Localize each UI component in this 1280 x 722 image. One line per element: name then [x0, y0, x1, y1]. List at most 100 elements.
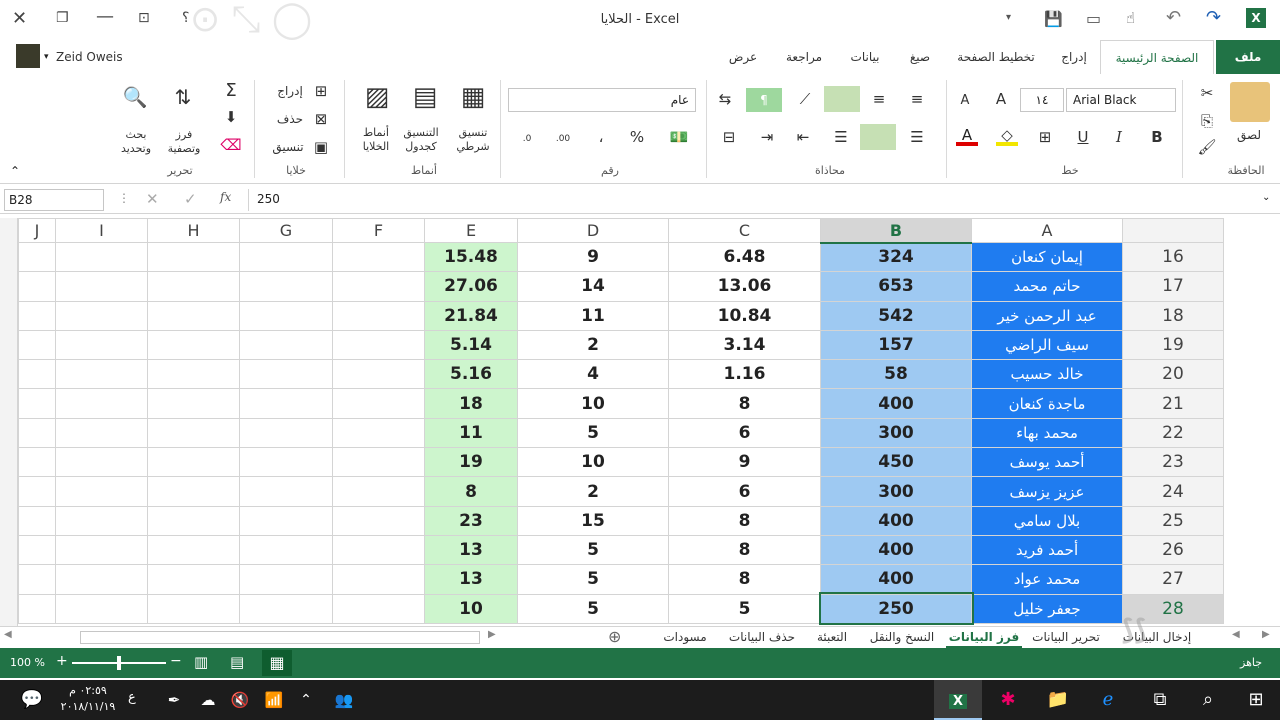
underline-button[interactable]: U [1072, 126, 1094, 148]
cell-h[interactable] [147, 476, 240, 507]
cell-c[interactable]: 1.16 [668, 359, 821, 390]
cell-c[interactable]: 6.48 [668, 241, 821, 273]
edge-icon[interactable]: ℯ [1084, 680, 1132, 720]
orientation-icon[interactable]: ⟋ [794, 88, 816, 110]
taskbar-excel-icon[interactable]: X [934, 680, 982, 720]
cell-j[interactable] [18, 271, 56, 302]
cell-h[interactable] [147, 534, 240, 566]
comma-button[interactable]: ، [590, 126, 612, 148]
sheet-tab-sort-data[interactable]: فرز البيانات [946, 627, 1022, 649]
cell-c[interactable]: 5 [668, 593, 821, 624]
column-header-e[interactable]: E [424, 218, 518, 243]
cell-h[interactable] [147, 271, 240, 302]
scroll-right-icon[interactable]: ▶ [488, 629, 496, 640]
cell-a[interactable]: أحمد فريد [971, 534, 1123, 566]
cell-e[interactable]: 15.48 [424, 241, 518, 273]
cell-b[interactable]: 400 [820, 388, 972, 419]
cell-g[interactable] [239, 359, 333, 390]
qat-customize-icon[interactable]: ▾ [1006, 12, 1011, 23]
cell-styles-button[interactable]: أنماط الخلايا [354, 126, 398, 154]
row-header[interactable]: 27 [1122, 564, 1224, 595]
cell-f[interactable] [332, 388, 425, 419]
insert-cells-icon[interactable]: ⊞ [310, 80, 332, 102]
cell-i[interactable] [55, 359, 148, 390]
user-name[interactable]: Zeid Oweis [56, 50, 123, 64]
cell-i[interactable] [55, 505, 148, 536]
cell-i[interactable] [55, 300, 148, 331]
number-format-select[interactable]: عام [508, 88, 696, 112]
cell-b[interactable]: 450 [820, 447, 972, 478]
help-icon[interactable]: ؟ [182, 10, 189, 26]
row-header[interactable]: 23 [1122, 447, 1224, 478]
cell-i[interactable] [55, 447, 148, 478]
cell-a[interactable]: خالد حسيب [971, 359, 1123, 390]
cell-h[interactable] [147, 329, 240, 361]
touch-mode-icon[interactable]: ☝ [1126, 9, 1135, 27]
cell-a[interactable]: محمد بهاء [971, 417, 1123, 449]
cell-c[interactable]: 8 [668, 388, 821, 419]
cell-h[interactable] [147, 300, 240, 331]
cell-g[interactable] [239, 447, 333, 478]
tab-formulas[interactable]: صيغ [900, 40, 940, 74]
cell-c[interactable]: 8 [668, 564, 821, 595]
row-header[interactable]: 16 [1122, 241, 1224, 273]
cell-c[interactable]: 13.06 [668, 271, 821, 302]
column-header-j[interactable]: J [18, 218, 56, 243]
row-header[interactable]: 25 [1122, 505, 1224, 536]
row-header[interactable]: 18 [1122, 300, 1224, 331]
decrease-font-icon[interactable]: A [954, 90, 976, 112]
avatar[interactable] [16, 44, 40, 68]
page-layout-view-icon[interactable]: ▤ [230, 653, 244, 671]
column-header-g[interactable]: G [239, 218, 333, 243]
add-sheet-icon[interactable]: ⊕ [608, 627, 621, 646]
ribbon-display-icon[interactable]: ⊡ [138, 10, 150, 26]
italic-button[interactable]: I [1108, 126, 1130, 148]
column-header-i[interactable]: I [55, 218, 148, 243]
cell-d[interactable]: 9 [517, 241, 669, 273]
people-icon[interactable]: 👥 [320, 680, 368, 720]
cell-d[interactable]: 10 [517, 388, 669, 419]
font-color-icon[interactable]: A [956, 124, 978, 146]
cell-g[interactable] [239, 300, 333, 331]
cell-b[interactable]: 542 [820, 300, 972, 331]
cell-e[interactable]: 19 [424, 447, 518, 478]
format-cells-button[interactable]: تنسيق [266, 140, 310, 154]
sheet-tab-fill[interactable]: التعبئة [806, 627, 858, 649]
horizontal-scrollbar[interactable] [80, 631, 480, 644]
row-header[interactable]: 24 [1122, 476, 1224, 507]
cell-e[interactable]: 18 [424, 388, 518, 419]
cell-b[interactable]: 400 [820, 564, 972, 595]
cell-h[interactable] [147, 417, 240, 449]
save-icon[interactable]: 💾 [1044, 10, 1063, 28]
tab-home[interactable]: الصفحة الرئيسية [1100, 40, 1214, 74]
cell-g[interactable] [239, 388, 333, 419]
find-select-button[interactable]: بحث وتحديد [114, 128, 158, 156]
wrap-text-icon[interactable]: ⇆ [714, 88, 736, 110]
cell-d[interactable]: 5 [517, 564, 669, 595]
bold-button[interactable]: B [1146, 126, 1168, 148]
formula-input[interactable]: 250 [248, 189, 1258, 211]
cell-i[interactable] [55, 476, 148, 507]
row-header[interactable]: 22 [1122, 417, 1224, 449]
cell-f[interactable] [332, 300, 425, 331]
merge-center-icon[interactable]: ⊟ [718, 126, 740, 148]
cell-j[interactable] [18, 300, 56, 331]
cell-i[interactable] [55, 593, 148, 624]
cell-c[interactable]: 6 [668, 417, 821, 449]
cell-d[interactable]: 4 [517, 359, 669, 390]
fill-icon[interactable]: ⬇ [220, 106, 242, 128]
cell-c[interactable]: 6 [668, 476, 821, 507]
cell-b[interactable]: 400 [820, 534, 972, 566]
cell-e[interactable]: 5.16 [424, 359, 518, 390]
redo-icon[interactable]: ↷ [1206, 7, 1221, 28]
restore-icon[interactable]: ❐ [56, 10, 69, 26]
row-header[interactable]: 17 [1122, 271, 1224, 302]
clock-date[interactable]: ٢٠١٨/١١/١٩ [60, 700, 116, 713]
zoom-level[interactable]: 100 % [10, 656, 45, 669]
column-header-a[interactable]: A [971, 218, 1123, 243]
row-header[interactable]: 26 [1122, 534, 1224, 566]
zoom-out-icon[interactable]: − [170, 653, 182, 669]
new-file-icon[interactable]: ▭ [1086, 9, 1101, 28]
cell-f[interactable] [332, 447, 425, 478]
cell-i[interactable] [55, 564, 148, 595]
